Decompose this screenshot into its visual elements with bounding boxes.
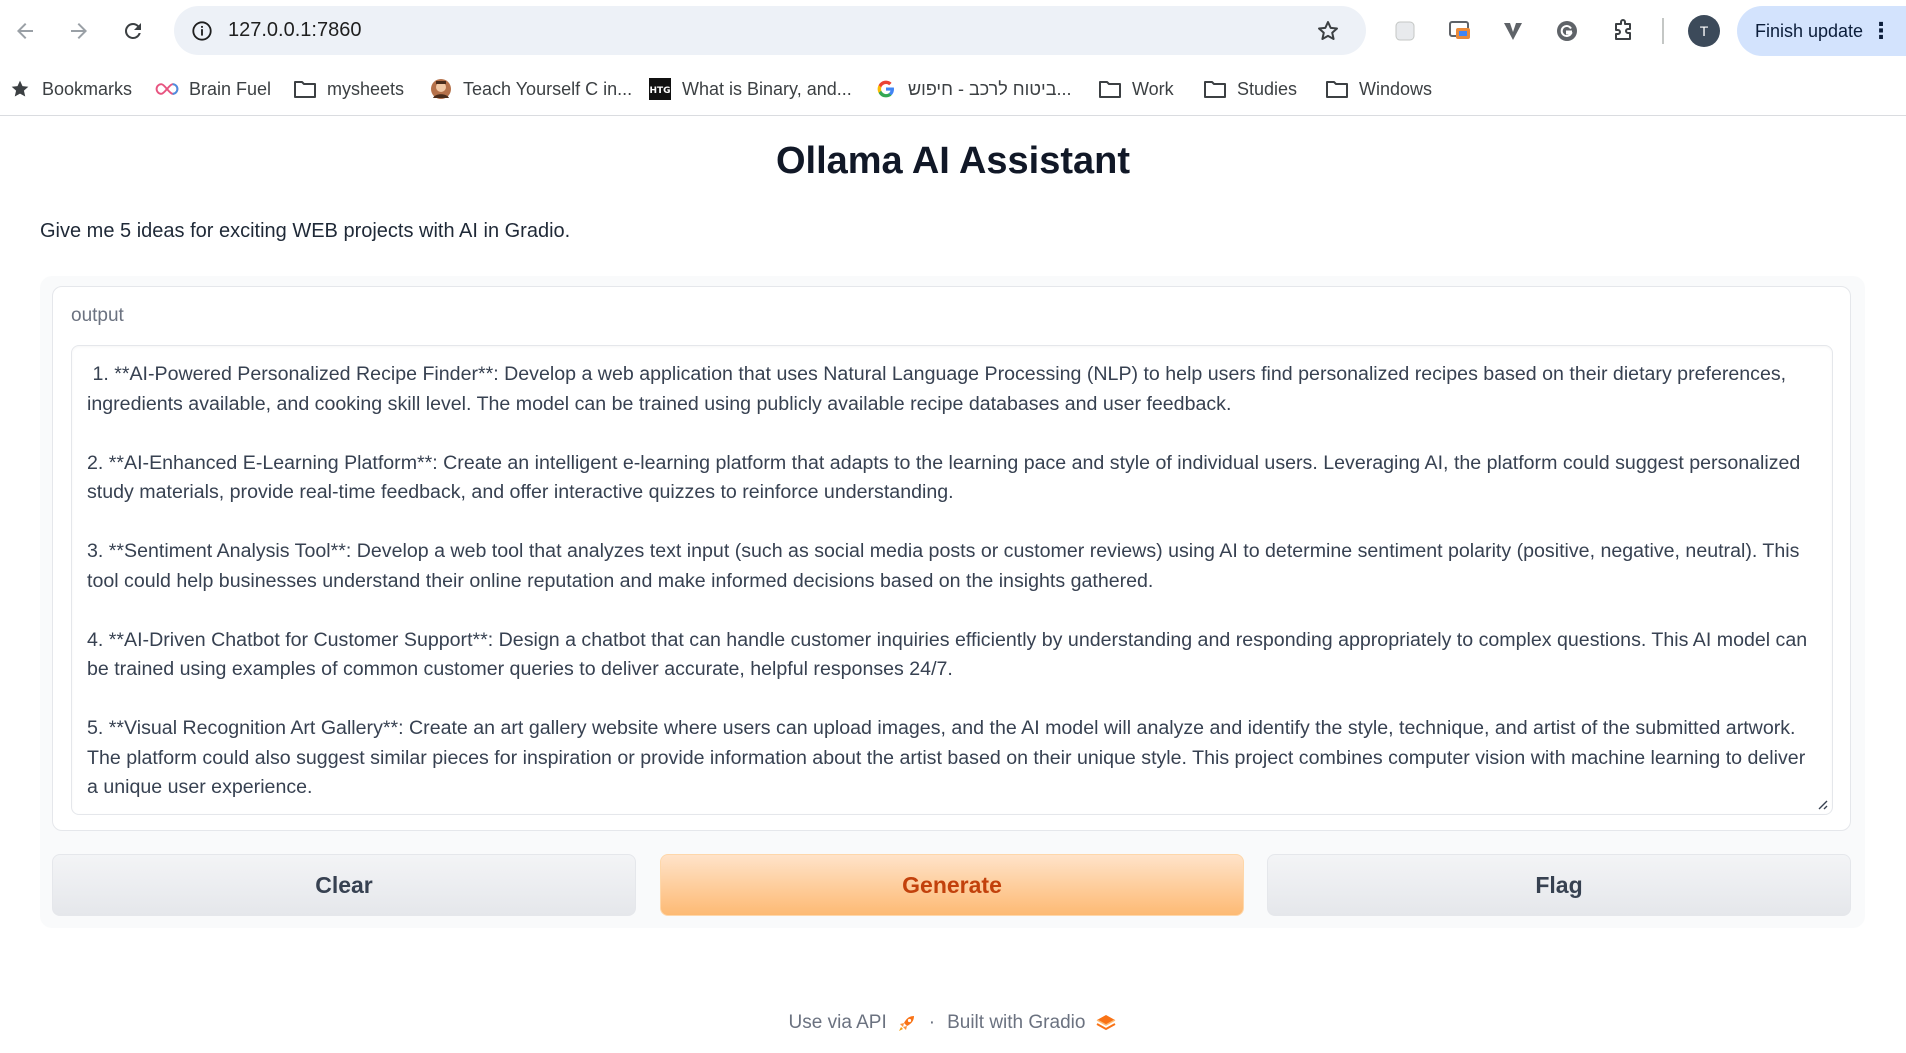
- browser-toolbar: 127.0.0.1:7860 T Finish update ⋮: [0, 0, 1906, 62]
- site-info-icon[interactable]: [186, 15, 218, 47]
- finish-update-button[interactable]: Finish update ⋮: [1737, 6, 1906, 56]
- output-textarea[interactable]: 1. **AI-Powered Personalized Recipe Find…: [71, 345, 1833, 815]
- url-text[interactable]: 127.0.0.1:7860: [228, 6, 361, 55]
- bookmark-label: Windows: [1359, 78, 1433, 99]
- more-menu-icon: ⋮: [1870, 18, 1892, 43]
- footer: Use via API · Built with Gradio: [0, 1012, 1906, 1034]
- bookmark-label: Brain Fuel: [189, 78, 272, 99]
- folder-icon: [293, 77, 317, 101]
- reload-button[interactable]: [116, 14, 150, 48]
- folder-icon: [1203, 77, 1227, 101]
- app-description: Give me 5 ideas for exciting WEB project…: [40, 220, 571, 242]
- interface-panel: output 1. **AI-Powered Personalized Reci…: [40, 276, 1865, 928]
- output-paragraph: 3. **Sentiment Analysis Tool**: Develop …: [87, 540, 1800, 592]
- arrow-right-icon: [71, 23, 87, 39]
- extension-grammarly-icon[interactable]: [1550, 14, 1584, 48]
- bookmark-item-car-insurance[interactable]: ביטוח לרכב - חיפוש...: [874, 74, 1072, 104]
- profile-avatar[interactable]: T: [1688, 15, 1720, 47]
- google-icon: [874, 77, 898, 101]
- output-paragraph: 2. **AI-Enhanced E-Learning Platform**: …: [87, 451, 1801, 504]
- address-bar[interactable]: 127.0.0.1:7860: [174, 6, 1366, 55]
- extensions-puzzle-icon[interactable]: [1606, 14, 1640, 48]
- use-via-api-link[interactable]: Use via API: [789, 1012, 887, 1034]
- avatar-icon: [429, 77, 453, 101]
- generate-button[interactable]: Generate: [660, 854, 1244, 916]
- bookmark-label: What is Binary, and...: [682, 78, 852, 99]
- star-icon: [8, 77, 32, 101]
- bookmark-item-brain-fuel[interactable]: Brain Fuel: [155, 74, 271, 104]
- bookmark-label: mysheets: [327, 78, 405, 99]
- extension-v-icon[interactable]: [1496, 14, 1530, 48]
- bookmark-item-studies[interactable]: Studies: [1203, 74, 1297, 104]
- bookmark-label: Bookmarks: [42, 78, 133, 99]
- bookmark-item-teach-yourself-c[interactable]: Teach Yourself C in...: [429, 74, 632, 104]
- svg-text:HTG: HTG: [649, 86, 670, 96]
- extension-blank-icon[interactable]: [1388, 14, 1422, 48]
- toolbar-divider: [1662, 18, 1664, 44]
- output-label: output: [71, 305, 124, 326]
- bookmark-item-mysheets[interactable]: mysheets: [293, 74, 404, 104]
- infinity-icon: [155, 77, 179, 101]
- output-paragraph: 4. **AI-Driven Chatbot for Customer Supp…: [87, 628, 1808, 681]
- footer-separator: ·: [928, 1012, 936, 1033]
- built-with-gradio-link[interactable]: Built with Gradio: [947, 1012, 1085, 1034]
- gradio-logo-icon: [1095, 1013, 1117, 1033]
- htg-icon: HTG: [648, 77, 672, 101]
- bookmark-label: Work: [1132, 78, 1174, 99]
- reload-icon: [124, 22, 141, 39]
- bookmark-label: Studies: [1237, 78, 1298, 99]
- extension-cast-icon[interactable]: [1443, 14, 1477, 48]
- bookmark-item-windows[interactable]: Windows: [1325, 74, 1432, 104]
- resize-handle-icon[interactable]: [1814, 796, 1828, 810]
- arrow-left-icon: [17, 23, 33, 39]
- forward-button[interactable]: [62, 14, 96, 48]
- back-button[interactable]: [8, 14, 42, 48]
- bookmark-item-what-is-binary[interactable]: HTG What is Binary, and...: [648, 74, 852, 104]
- finish-update-label: Finish update: [1755, 21, 1864, 41]
- bookmark-label: ביטוח לרכב - חיפוש...: [908, 78, 1072, 99]
- bookmark-star-icon[interactable]: [1312, 15, 1344, 47]
- folder-icon: [1325, 77, 1349, 101]
- bookmark-item-work[interactable]: Work: [1098, 74, 1174, 104]
- clear-button[interactable]: Clear: [52, 854, 636, 916]
- output-paragraph: 1. **AI-Powered Personalized Recipe Find…: [87, 363, 1792, 415]
- bookmark-label: Teach Yourself C in...: [463, 78, 633, 99]
- rocket-icon: [897, 1013, 917, 1033]
- flag-button[interactable]: Flag: [1267, 854, 1851, 916]
- output-paragraph: 5. **Visual Recognition Art Gallery**: C…: [87, 717, 1806, 798]
- bookmarks-bar: Bookmarks Brain Fuel mysheets Teach Your…: [0, 62, 1906, 116]
- page-title: Ollama AI Assistant: [775, 140, 1131, 182]
- folder-icon: [1098, 77, 1122, 101]
- bookmark-item-bookmarks[interactable]: Bookmarks: [8, 74, 132, 104]
- output-block: output 1. **AI-Powered Personalized Reci…: [52, 286, 1851, 831]
